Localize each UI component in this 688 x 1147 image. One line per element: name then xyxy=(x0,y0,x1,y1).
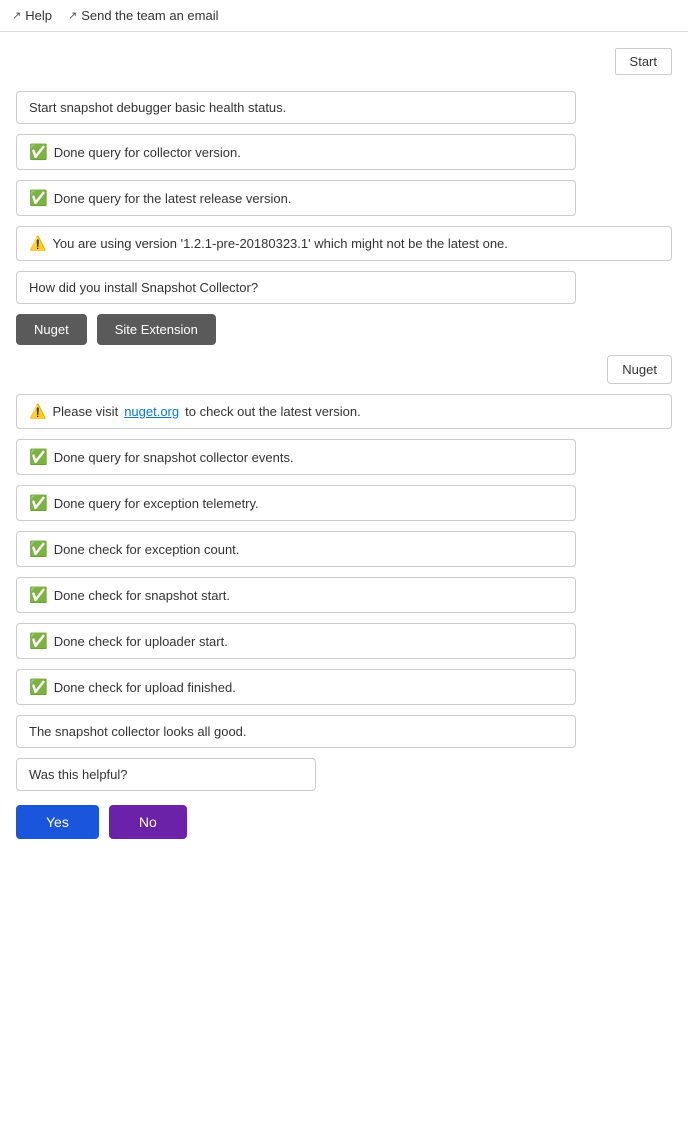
yes-button[interactable]: Yes xyxy=(16,805,99,839)
warn-icon-version: ⚠️ xyxy=(29,235,46,252)
upload-finished-text: Done check for upload finished. xyxy=(54,680,236,695)
help-label: Help xyxy=(25,8,52,23)
snapshot-start-message: ✅ Done check for snapshot start. xyxy=(16,577,576,613)
collector-version-message: ✅ Done query for collector version. xyxy=(16,134,576,170)
check-icon-upload-finished: ✅ xyxy=(29,678,48,696)
email-label: Send the team an email xyxy=(81,8,218,23)
helpful-text: Was this helpful? xyxy=(29,767,128,782)
nuget-response-text: Nuget xyxy=(622,362,657,377)
exception-count-message: ✅ Done check for exception count. xyxy=(16,531,576,567)
nuget-response-box: Nuget xyxy=(607,355,672,384)
snapshot-start-text: Done check for snapshot start. xyxy=(54,588,230,603)
snapshot-events-message: ✅ Done query for snapshot collector even… xyxy=(16,439,576,475)
upload-finished-message: ✅ Done check for upload finished. xyxy=(16,669,576,705)
initial-text: Start snapshot debugger basic health sta… xyxy=(29,100,286,115)
nuget-response-row: Nuget xyxy=(16,355,672,384)
how-installed-message: How did you install Snapshot Collector? xyxy=(16,271,576,304)
all-good-message: The snapshot collector looks all good. xyxy=(16,715,576,748)
nuget-visit-suffix: to check out the latest version. xyxy=(185,404,361,419)
helpful-message: Was this helpful? xyxy=(16,758,316,791)
site-extension-button[interactable]: Site Extension xyxy=(97,314,216,345)
exception-telemetry-message: ✅ Done query for exception telemetry. xyxy=(16,485,576,521)
top-bar: ↗ Help ↗ Send the team an email xyxy=(0,0,688,32)
check-icon-exception-telemetry: ✅ xyxy=(29,494,48,512)
start-button[interactable]: Start xyxy=(615,48,672,75)
check-icon-exception-count: ✅ xyxy=(29,540,48,558)
snapshot-events-text: Done query for snapshot collector events… xyxy=(54,450,294,465)
version-warning-text: You are using version '1.2.1-pre-2018032… xyxy=(52,236,507,251)
uploader-start-message: ✅ Done check for uploader start. xyxy=(16,623,576,659)
email-link[interactable]: ↗ Send the team an email xyxy=(68,8,219,23)
check-icon-snapshot-events: ✅ xyxy=(29,448,48,466)
check-icon-release: ✅ xyxy=(29,189,48,207)
all-good-text: The snapshot collector looks all good. xyxy=(29,724,247,739)
how-installed-text: How did you install Snapshot Collector? xyxy=(29,280,258,295)
feedback-buttons: Yes No xyxy=(16,805,672,839)
check-icon-collector: ✅ xyxy=(29,143,48,161)
latest-release-text: Done query for the latest release versio… xyxy=(54,191,292,206)
external-link-icon: ↗ xyxy=(12,9,21,22)
uploader-start-text: Done check for uploader start. xyxy=(54,634,228,649)
no-button[interactable]: No xyxy=(109,805,187,839)
main-content: Start Start snapshot debugger basic heal… xyxy=(0,32,688,855)
latest-release-message: ✅ Done query for the latest release vers… xyxy=(16,180,576,216)
collector-version-text: Done query for collector version. xyxy=(54,145,241,160)
initial-message: Start snapshot debugger basic health sta… xyxy=(16,91,576,124)
email-link-icon: ↗ xyxy=(68,9,77,22)
version-warning-message: ⚠️ You are using version '1.2.1-pre-2018… xyxy=(16,226,672,261)
exception-telemetry-text: Done query for exception telemetry. xyxy=(54,496,259,511)
nuget-org-link[interactable]: nuget.org xyxy=(124,404,179,419)
check-icon-uploader-start: ✅ xyxy=(29,632,48,650)
start-btn-row: Start xyxy=(16,48,672,75)
check-icon-snapshot-start: ✅ xyxy=(29,586,48,604)
exception-count-text: Done check for exception count. xyxy=(54,542,240,557)
nuget-button[interactable]: Nuget xyxy=(16,314,87,345)
nuget-visit-message: ⚠️ Please visit nuget.org to check out t… xyxy=(16,394,672,429)
warn-icon-nuget: ⚠️ xyxy=(29,403,46,420)
nuget-visit-prefix: Please visit xyxy=(52,404,118,419)
help-link[interactable]: ↗ Help xyxy=(12,8,52,23)
install-buttons: Nuget Site Extension xyxy=(16,314,672,345)
